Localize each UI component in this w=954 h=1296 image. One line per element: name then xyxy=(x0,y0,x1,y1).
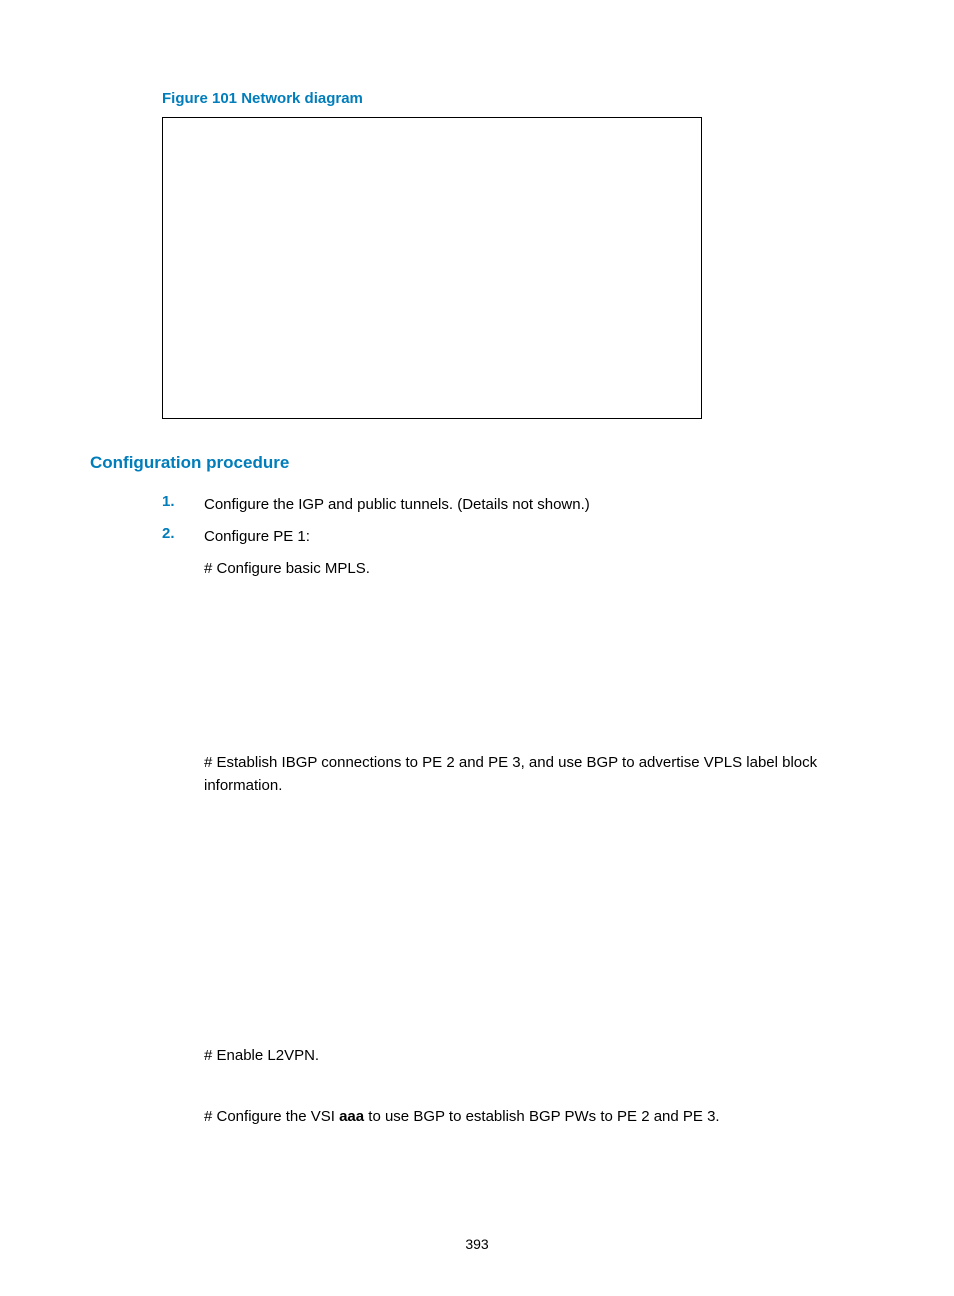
list-number-2: 2. xyxy=(90,525,204,549)
list-text-1: Configure the IGP and public tunnels. (D… xyxy=(204,493,864,517)
subline-vsi: # Configure the VSI aaa to use BGP to es… xyxy=(204,1105,864,1128)
list-item: 2. Configure PE 1: xyxy=(90,525,864,549)
vsi-bold: aaa xyxy=(339,1108,364,1125)
vsi-prefix: # Configure the VSI xyxy=(204,1108,339,1125)
list-number-1: 1. xyxy=(90,493,204,517)
list-text-2: Configure PE 1: xyxy=(204,525,864,549)
page-number: 393 xyxy=(0,1236,954,1252)
section-heading: Configuration procedure xyxy=(90,453,864,473)
subline-enable-l2vpn: # Enable L2VPN. xyxy=(204,1044,864,1067)
figure-caption: Figure 101 Network diagram xyxy=(162,90,864,107)
list-item: 1. Configure the IGP and public tunnels.… xyxy=(90,493,864,517)
subline-basic-mpls: # Configure basic MPLS. xyxy=(204,557,864,581)
vsi-suffix: to use BGP to establish BGP PWs to PE 2 … xyxy=(364,1108,719,1125)
network-diagram-placeholder xyxy=(162,117,702,419)
subline-ibgp: # Establish IBGP connections to PE 2 and… xyxy=(204,751,864,798)
